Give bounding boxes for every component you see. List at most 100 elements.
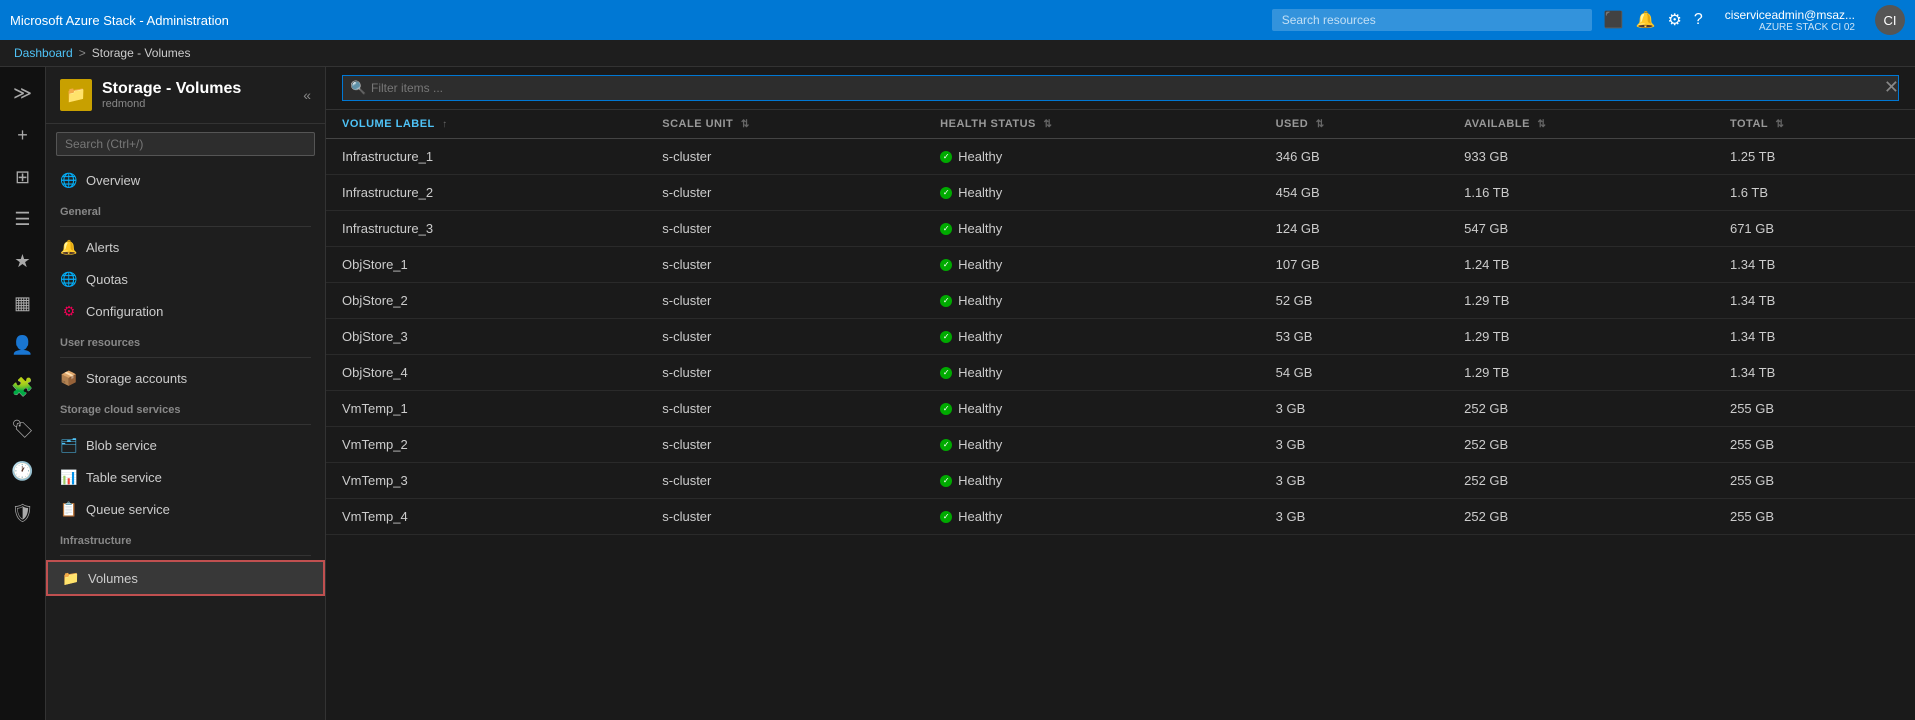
table-row[interactable]: ObjStore_3 s-cluster ✓ Healthy 53 GB 1.2… (326, 319, 1915, 355)
cell-used: 124 GB (1260, 211, 1449, 247)
sidebar-item-alerts[interactable]: 🔔 Alerts (46, 231, 325, 263)
cell-total: 1.34 TB (1714, 247, 1915, 283)
sidebar-dashboard-icon[interactable]: ⊞ (5, 159, 41, 195)
cell-scale-unit: s-cluster (646, 211, 924, 247)
sidebar-item-volumes[interactable]: 📁 Volumes (46, 560, 325, 596)
queue-service-icon: 📋 (60, 500, 78, 518)
health-status-text: Healthy (958, 293, 1002, 308)
cell-available: 547 GB (1448, 211, 1714, 247)
breadcrumb-home[interactable]: Dashboard (14, 46, 73, 60)
sort-volume-label-icon: ↑ (442, 119, 448, 130)
table-row[interactable]: VmTemp_4 s-cluster ✓ Healthy 3 GB 252 GB… (326, 499, 1915, 535)
sidebar-new-btn[interactable]: + (5, 117, 41, 153)
sidebar-item-table-service[interactable]: 📊 Table service (46, 461, 325, 493)
nav-search-box (46, 124, 325, 164)
settings-icon[interactable]: ⚙ (1668, 10, 1682, 30)
cell-available: 252 GB (1448, 427, 1714, 463)
sidebar-item-quotas[interactable]: 🌐 Quotas (46, 263, 325, 295)
health-dot-icon: ✓ (940, 331, 952, 343)
cell-volume-label: VmTemp_1 (326, 391, 646, 427)
sidebar-item-queue-service[interactable]: 📋 Queue service (46, 493, 325, 525)
col-health-status[interactable]: HEALTH STATUS ⇅ (924, 110, 1259, 139)
sidebar-item-blob-service[interactable]: 🗂 Blob service (46, 429, 325, 461)
cell-total: 255 GB (1714, 463, 1915, 499)
cell-total: 1.6 TB (1714, 175, 1915, 211)
sidebar-header-text: Storage - Volumes redmond (102, 80, 241, 110)
col-volume-label[interactable]: VOLUME LABEL ↑ (326, 110, 646, 139)
table-row[interactable]: Infrastructure_2 s-cluster ✓ Healthy 454… (326, 175, 1915, 211)
sidebar-people-icon[interactable]: 👤 (5, 327, 41, 363)
portal-icon[interactable]: ⬛ (1604, 10, 1624, 30)
filter-search-icon: 🔍 (350, 80, 366, 96)
table-row[interactable]: Infrastructure_3 s-cluster ✓ Healthy 124… (326, 211, 1915, 247)
user-menu[interactable]: ciserviceadmin@msaz... AZURE STACK CI 02 (1725, 8, 1855, 33)
sidebar-item-overview[interactable]: 🌐 Overview (46, 164, 325, 196)
cell-health-status: ✓ Healthy (924, 283, 1259, 319)
table-row[interactable]: ObjStore_4 s-cluster ✓ Healthy 54 GB 1.2… (326, 355, 1915, 391)
cell-available: 252 GB (1448, 499, 1714, 535)
alerts-icon: 🔔 (60, 238, 78, 256)
health-status-text: Healthy (958, 185, 1002, 200)
cell-used: 52 GB (1260, 283, 1449, 319)
sidebar-title: Storage - Volumes (102, 80, 241, 98)
table-row[interactable]: Infrastructure_1 s-cluster ✓ Healthy 346… (326, 139, 1915, 175)
notification-icon[interactable]: 🔔 (1636, 10, 1656, 30)
cell-volume-label: Infrastructure_1 (326, 139, 646, 175)
health-dot-icon: ✓ (940, 295, 952, 307)
health-status-text: Healthy (958, 473, 1002, 488)
filter-bar: 🔍 (326, 67, 1915, 110)
cell-volume-label: ObjStore_1 (326, 247, 646, 283)
health-status-text: Healthy (958, 257, 1002, 272)
sidebar-clock-icon[interactable]: 🕐 (5, 453, 41, 489)
table-row[interactable]: ObjStore_1 s-cluster ✓ Healthy 107 GB 1.… (326, 247, 1915, 283)
cell-used: 53 GB (1260, 319, 1449, 355)
cell-scale-unit: s-cluster (646, 427, 924, 463)
cell-available: 1.16 TB (1448, 175, 1714, 211)
close-button[interactable]: ✕ (1884, 77, 1899, 97)
overview-icon: 🌐 (60, 171, 78, 189)
sidebar-list-icon[interactable]: ☰ (5, 201, 41, 237)
sidebar-collapse-btn[interactable]: « (303, 87, 311, 103)
sidebar-shield-icon[interactable]: 🛡 (5, 495, 41, 531)
sidebar-item-label: Configuration (86, 304, 163, 319)
health-status-text: Healthy (958, 329, 1002, 344)
app-title: Microsoft Azure Stack - Administration (10, 13, 1272, 28)
nav-search-input[interactable] (56, 132, 315, 156)
sidebar-item-storage-accounts[interactable]: 📦 Storage accounts (46, 362, 325, 394)
help-icon[interactable]: ? (1694, 11, 1703, 29)
divider-general (60, 226, 311, 227)
table-row[interactable]: VmTemp_1 s-cluster ✓ Healthy 3 GB 252 GB… (326, 391, 1915, 427)
sidebar-favorites-icon[interactable]: ★ (5, 243, 41, 279)
col-total[interactable]: TOTAL ⇅ (1714, 110, 1915, 139)
cell-scale-unit: s-cluster (646, 463, 924, 499)
cell-used: 54 GB (1260, 355, 1449, 391)
user-avatar[interactable]: CI (1875, 5, 1905, 35)
sidebar-puzzle-icon[interactable]: 🧩 (5, 369, 41, 405)
table-header-row: VOLUME LABEL ↑ SCALE UNIT ⇅ HEALTH STATU… (326, 110, 1915, 139)
table-row[interactable]: VmTemp_2 s-cluster ✓ Healthy 3 GB 252 GB… (326, 427, 1915, 463)
sidebar-item-label: Alerts (86, 240, 119, 255)
nav-sidebar: 📁 Storage - Volumes redmond « 🌐 Overview… (46, 67, 326, 720)
health-dot-icon: ✓ (940, 403, 952, 415)
cell-available: 252 GB (1448, 463, 1714, 499)
sidebar-tag-icon[interactable]: 🏷 (5, 411, 41, 447)
sidebar-grid-icon[interactable]: ▦ (5, 285, 41, 321)
table-row[interactable]: ObjStore_2 s-cluster ✓ Healthy 52 GB 1.2… (326, 283, 1915, 319)
col-used[interactable]: USED ⇅ (1260, 110, 1449, 139)
cell-total: 1.25 TB (1714, 139, 1915, 175)
sidebar-expand-btn[interactable]: ≫ (5, 75, 41, 111)
icon-sidebar: ≫ + ⊞ ☰ ★ ▦ 👤 🧩 🏷 🕐 🛡 (0, 67, 46, 720)
health-dot-icon: ✓ (940, 187, 952, 199)
section-storage-cloud-services: Storage cloud services (46, 394, 325, 420)
table-row[interactable]: VmTemp_3 s-cluster ✓ Healthy 3 GB 252 GB… (326, 463, 1915, 499)
filter-input[interactable] (342, 75, 1899, 101)
col-scale-unit[interactable]: SCALE UNIT ⇅ (646, 110, 924, 139)
sidebar-item-configuration[interactable]: ⚙ Configuration (46, 295, 325, 327)
health-status-text: Healthy (958, 437, 1002, 452)
table-container: VOLUME LABEL ↑ SCALE UNIT ⇅ HEALTH STATU… (326, 110, 1915, 720)
cell-health-status: ✓ Healthy (924, 175, 1259, 211)
global-search-input[interactable] (1272, 9, 1592, 31)
col-available[interactable]: AVAILABLE ⇅ (1448, 110, 1714, 139)
cell-used: 3 GB (1260, 463, 1449, 499)
cell-health-status: ✓ Healthy (924, 211, 1259, 247)
